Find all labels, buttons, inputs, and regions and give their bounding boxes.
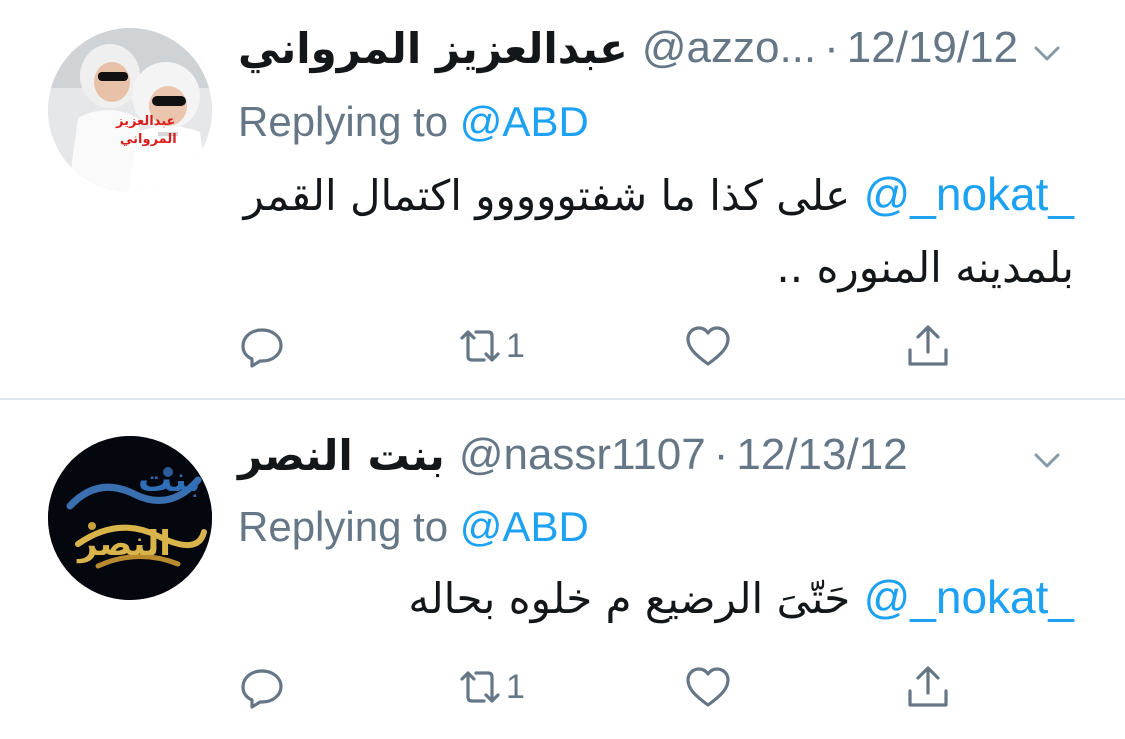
display-name[interactable]: بنت النصر	[238, 431, 445, 480]
tweet-date[interactable]: 12/13/12	[736, 430, 907, 480]
reply-button[interactable]	[238, 320, 286, 372]
display-name[interactable]: عبدالعزيز المرواني	[238, 24, 628, 73]
user-handle[interactable]: @azzo...	[642, 23, 816, 73]
like-button[interactable]	[684, 320, 732, 372]
avatar-image	[48, 28, 212, 192]
mention-link[interactable]: @_nokat_	[864, 168, 1074, 220]
avatar-overlay-text-1: عبدالعزيز	[116, 114, 176, 129]
replying-to: Replying to @ABD	[238, 503, 589, 551]
separator-dot: ·	[713, 430, 729, 479]
share-icon	[908, 325, 948, 366]
tweet[interactable]: بنت النصر بنت النصر @nassr1107 · 12/13/1…	[0, 400, 1125, 739]
reply-button[interactable]	[238, 661, 286, 713]
tweet-header: بنت النصر @nassr1107 · 12/13/12	[238, 425, 1065, 485]
share-icon	[908, 666, 948, 707]
avatar-overlay-text-1: بنت	[138, 460, 201, 500]
retweet-button[interactable]: 1	[456, 661, 525, 713]
separator-dot: ·	[824, 23, 839, 72]
avatar[interactable]: عبدالعزيز المرواني	[48, 28, 212, 192]
replying-to: Replying to @ABD	[238, 98, 589, 146]
user-handle[interactable]: @nassr1107	[459, 430, 706, 480]
retweet-count: 1	[506, 667, 525, 706]
tweet-header: عبدالعزيز المرواني @azzo... · 12/19/12	[238, 18, 1065, 78]
replying-label: Replying to	[238, 503, 449, 550]
share-button[interactable]	[904, 320, 952, 372]
retweet-icon	[460, 671, 500, 703]
retweet-count: 1	[506, 326, 525, 365]
tweet-date[interactable]: 12/19/12	[847, 23, 1018, 73]
tweet-text: @_nokat_ حَتّىَ الرضيع م خلوه بحاله	[238, 561, 1074, 635]
tweet-body: حَتّىَ الرضيع م خلوه بحاله	[408, 574, 851, 623]
replying-mention-link[interactable]: @ABD	[460, 503, 589, 550]
caret-down-icon[interactable]	[1029, 439, 1065, 475]
retweet-button[interactable]: 1	[456, 320, 525, 372]
retweet-icon	[460, 330, 500, 362]
avatar[interactable]: بنت النصر	[48, 436, 212, 600]
caret-down-icon[interactable]	[1029, 32, 1065, 68]
tweet[interactable]: عبدالعزيز المرواني عبدالعزيز المرواني @a…	[0, 0, 1125, 398]
reply-icon	[241, 328, 283, 368]
tweet-actions: 1	[238, 661, 998, 713]
mention-link[interactable]: @_nokat_	[864, 571, 1074, 623]
replying-label: Replying to	[238, 98, 449, 145]
tweet-text: @_nokat_ على كذا ما شفتووووو اكتمال القم…	[238, 158, 1074, 304]
like-icon	[686, 667, 730, 707]
replying-mention-link[interactable]: @ABD	[460, 98, 589, 145]
tweet-actions: 1	[238, 320, 998, 372]
avatar-overlay-text-2: المرواني	[120, 132, 177, 147]
like-icon	[686, 326, 730, 366]
reply-icon	[241, 669, 283, 709]
like-button[interactable]	[684, 661, 732, 713]
avatar-overlay-text-2: النصر	[78, 524, 171, 564]
share-button[interactable]	[904, 661, 952, 713]
